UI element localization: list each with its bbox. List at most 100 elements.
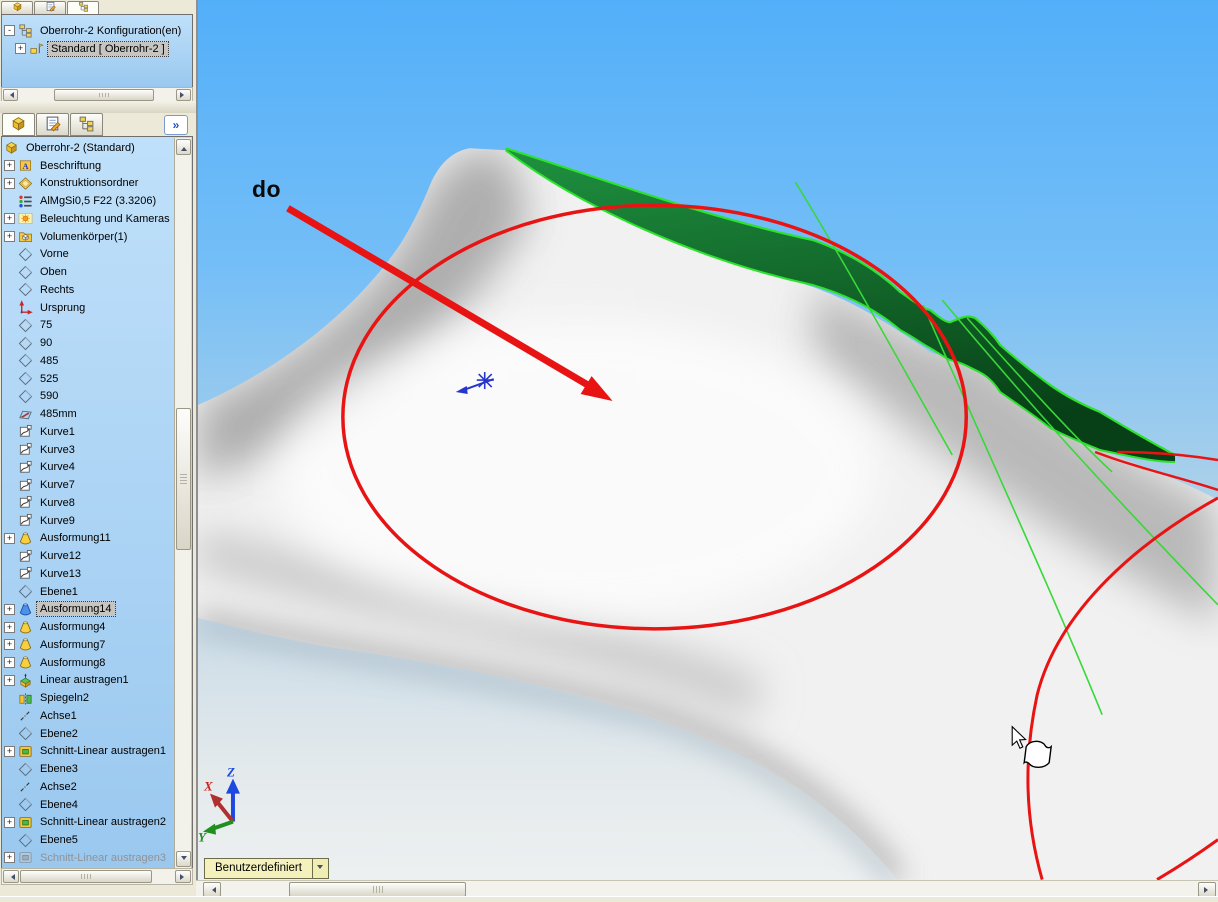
scroll-right-button[interactable] — [176, 89, 191, 101]
tree-row[interactable]: Ebene4 — [4, 796, 175, 814]
expander-toggle[interactable]: + — [4, 160, 15, 172]
viewport-3d[interactable]: Z X Y do Benutzerdefiniert — [196, 0, 1218, 880]
tree-row[interactable]: Kurve12 — [4, 547, 175, 565]
tree-row[interactable]: + Ausformung4 — [4, 618, 175, 636]
expander-toggle[interactable]: + — [4, 213, 15, 225]
tree-item-label[interactable]: Oberrohr-2 Konfiguration(en) — [37, 24, 184, 38]
tree-item-label[interactable]: Kurve9 — [37, 514, 78, 528]
tree-item-label[interactable]: Kurve3 — [37, 443, 78, 457]
expander-toggle[interactable]: + — [4, 852, 15, 864]
tree-row[interactable]: + Schnitt-Linear austragen1 — [4, 743, 175, 761]
tree-item-label[interactable]: Schnitt-Linear austragen3 — [37, 851, 169, 865]
expander-toggle[interactable]: + — [4, 674, 15, 686]
tree-row[interactable]: Kurve3 — [4, 441, 175, 459]
tree-item-label[interactable]: Ebene1 — [37, 585, 81, 599]
tree-row[interactable]: 590 — [4, 388, 175, 406]
tree-row[interactable]: + Ausformung14 — [4, 601, 175, 619]
tree-item-label[interactable]: Kurve12 — [37, 549, 84, 563]
tree-item-label[interactable]: Achse1 — [37, 709, 80, 723]
tree-row[interactable]: + Standard [ Oberrohr-2 ] — [15, 40, 192, 58]
tree-item-label[interactable]: 90 — [37, 336, 55, 350]
tree-item-label[interactable]: Standard [ Oberrohr-2 ] — [47, 40, 169, 57]
tree-row[interactable]: + A Beschriftung — [4, 157, 175, 175]
tree-item-label[interactable]: Vorne — [37, 247, 72, 261]
tree-row[interactable]: + Volumenkörper(1) — [4, 228, 175, 246]
tree-row[interactable]: + Ausformung11 — [4, 530, 175, 548]
scroll-left-button[interactable] — [3, 870, 19, 883]
feature-vertical-scrollbar[interactable] — [174, 138, 191, 868]
tree-row[interactable]: AlMgSi0,5 F22 (3.3206) — [4, 192, 175, 210]
tree-row[interactable]: + Konstruktionsordner — [4, 175, 175, 193]
scrollbar-thumb[interactable] — [176, 408, 191, 550]
tree-item-label[interactable]: Ebene4 — [37, 798, 81, 812]
tree-row[interactable]: + Linear austragen1 — [4, 672, 175, 690]
expander-toggle[interactable]: + — [4, 231, 15, 243]
tab-propertymanager[interactable] — [36, 113, 69, 136]
expander-toggle[interactable]: + — [4, 532, 15, 544]
tree-row[interactable]: Spiegeln2 — [4, 689, 175, 707]
tree-item-label[interactable]: 590 — [37, 389, 61, 403]
tree-row[interactable]: Oberrohr-2 (Standard) — [4, 139, 175, 157]
view-orientation-combo[interactable]: Benutzerdefiniert — [204, 858, 329, 879]
expander-toggle[interactable]: + — [4, 603, 15, 615]
expander-toggle[interactable]: + — [4, 621, 15, 633]
tree-item-label[interactable]: Kurve7 — [37, 478, 78, 492]
tree-row[interactable]: Vorne — [4, 246, 175, 264]
tree-item-label[interactable]: Kurve13 — [37, 567, 84, 581]
tree-item-label[interactable]: Schnitt-Linear austragen1 — [37, 744, 169, 758]
scroll-left-button[interactable] — [3, 89, 18, 101]
tree-item-label[interactable]: Ausformung14 — [36, 601, 116, 618]
scrollbar-thumb[interactable] — [20, 870, 152, 883]
expander-toggle[interactable]: + — [4, 639, 15, 651]
tree-row[interactable]: 485mm — [4, 405, 175, 423]
tree-row[interactable]: Ebene2 — [4, 725, 175, 743]
tree-item-label[interactable]: Oberrohr-2 (Standard) — [23, 141, 138, 155]
expander-toggle[interactable]: + — [4, 745, 15, 757]
tab-configurationmanager[interactable] — [70, 113, 103, 136]
tree-row[interactable]: Ebene5 — [4, 831, 175, 849]
expander-toggle[interactable]: + — [4, 177, 15, 189]
scroll-down-button[interactable] — [176, 851, 191, 867]
tree-row[interactable]: 90 — [4, 334, 175, 352]
tree-row[interactable]: Kurve13 — [4, 565, 175, 583]
tree-item-label[interactable]: Beschriftung — [37, 159, 104, 173]
tree-item-label[interactable]: 485 — [37, 354, 61, 368]
tree-item-label[interactable]: Ausformung11 — [37, 531, 114, 545]
tree-row[interactable]: Kurve8 — [4, 494, 175, 512]
expander-toggle[interactable]: + — [15, 43, 26, 55]
scrollbar-thumb[interactable] — [54, 89, 154, 101]
scroll-left-button[interactable] — [203, 882, 221, 897]
tab-configurationmanager[interactable] — [67, 1, 99, 15]
tree-item-label[interactable]: Ursprung — [37, 301, 88, 315]
tree-item-label[interactable]: Ebene3 — [37, 762, 81, 776]
tree-item-label[interactable]: AlMgSi0,5 F22 (3.3206) — [37, 194, 159, 208]
tree-row[interactable]: Achse2 — [4, 778, 175, 796]
tree-row[interactable]: + Schnitt-Linear austragen2 — [4, 814, 175, 832]
tab-featuremanager[interactable] — [1, 1, 33, 15]
tree-row[interactable]: Kurve9 — [4, 512, 175, 530]
tree-row[interactable]: 75 — [4, 317, 175, 335]
tree-item-label[interactable]: Kurve8 — [37, 496, 78, 510]
tree-row[interactable]: 525 — [4, 370, 175, 388]
tree-item-label[interactable]: Ausformung4 — [37, 620, 108, 634]
panel-splitter[interactable] — [0, 101, 196, 113]
tree-row[interactable]: Kurve7 — [4, 476, 175, 494]
tree-row[interactable]: + Beleuchtung und Kameras — [4, 210, 175, 228]
combo-dropdown-button[interactable] — [311, 859, 328, 878]
tree-row[interactable]: + Ausformung7 — [4, 636, 175, 654]
tree-item-label[interactable]: Spiegeln2 — [37, 691, 92, 705]
tree-row[interactable]: Ebene1 — [4, 583, 175, 601]
tree-item-label[interactable]: 525 — [37, 372, 61, 386]
viewport-horizontal-scrollbar[interactable] — [196, 880, 1218, 897]
expander-toggle[interactable]: + — [4, 816, 15, 828]
tree-item-label[interactable]: Beleuchtung und Kameras — [37, 212, 173, 226]
tree-row[interactable]: + Schnitt-Linear austragen3 — [4, 849, 175, 867]
tree-row[interactable]: Achse1 — [4, 707, 175, 725]
tree-row[interactable]: - Oberrohr-2 Konfiguration(en) — [4, 22, 192, 40]
scroll-up-button[interactable] — [176, 139, 191, 155]
tree-item-label[interactable]: Achse2 — [37, 780, 80, 794]
scroll-right-button[interactable] — [175, 870, 191, 883]
scrollbar-thumb[interactable] — [289, 882, 466, 897]
tree-item-label[interactable]: 75 — [37, 318, 55, 332]
tree-item-label[interactable]: Rechts — [37, 283, 77, 297]
